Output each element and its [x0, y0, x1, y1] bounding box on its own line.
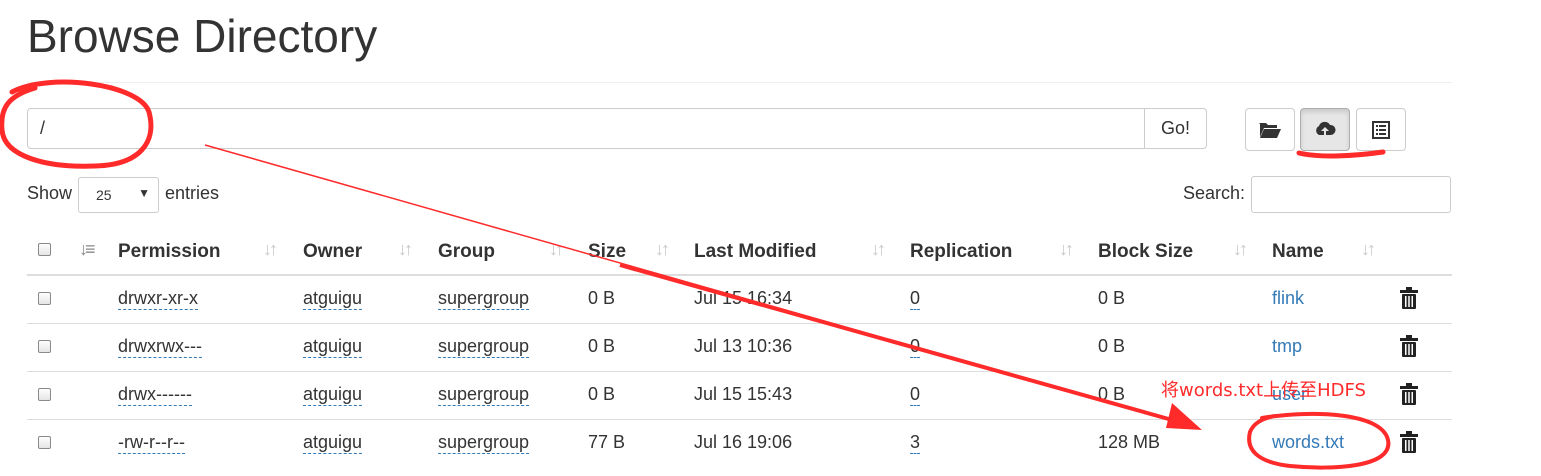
row-block-size: 128 MB [1098, 432, 1161, 452]
replication-value[interactable]: 0 [910, 384, 921, 406]
row-block-size: 0 B [1098, 384, 1126, 404]
header-divider [27, 274, 1452, 276]
row-size: 77 B [588, 432, 626, 452]
group-value[interactable]: supergroup [438, 384, 530, 406]
sort-permission-icon[interactable]: ↓↑ [263, 239, 278, 260]
row-size: 0 B [588, 288, 616, 308]
row-owner[interactable]: atguigu [303, 336, 363, 358]
page-title: Browse Directory [27, 10, 378, 62]
search-label: Search: [1183, 183, 1246, 203]
row-group[interactable]: supergroup [438, 384, 530, 406]
row-permission[interactable]: drwxr-xr-x [118, 288, 198, 310]
group-value[interactable]: supergroup [438, 432, 530, 454]
folder-open-icon [1259, 122, 1281, 138]
sort-modified-icon[interactable]: ↓↑ [871, 239, 886, 260]
permission-value[interactable]: drwx------ [118, 384, 192, 406]
row-modified: Jul 15 15:43 [694, 384, 793, 404]
row-group[interactable]: supergroup [438, 432, 530, 454]
trash-icon[interactable] [1400, 431, 1418, 453]
sort-name-icon[interactable]: ↓↑ [1361, 239, 1376, 260]
sort-blocksize-icon[interactable]: ↓↑ [1233, 239, 1248, 260]
trash-icon[interactable] [1400, 335, 1418, 357]
sort-replication-icon[interactable]: ↓↑ [1059, 239, 1074, 260]
row-replication[interactable]: 3 [910, 432, 921, 454]
row-owner[interactable]: atguigu [303, 288, 363, 310]
row-group[interactable]: supergroup [438, 288, 530, 310]
create-directory-button[interactable] [1245, 108, 1295, 151]
annotation-arrow-line [204, 144, 1191, 426]
sort-size-icon[interactable]: ↓↑ [655, 239, 670, 260]
cut-paste-button[interactable] [1356, 108, 1406, 151]
column-replication[interactable]: Replication [910, 241, 1012, 263]
entries-select[interactable]: 25 ▼ [78, 177, 159, 213]
permission-value[interactable]: -rw-r--r-- [118, 432, 185, 454]
owner-value[interactable]: atguigu [303, 384, 363, 406]
row-name-link[interactable]: flink [1272, 288, 1304, 309]
row-divider [27, 323, 1452, 324]
list-icon [1372, 120, 1390, 139]
row-block-size: 0 B [1098, 288, 1126, 308]
row-permission[interactable]: drwxrwx--- [118, 336, 202, 358]
permission-value[interactable]: drwxr-xr-x [118, 288, 198, 310]
entries-label: entries [165, 183, 220, 203]
row-group[interactable]: supergroup [438, 336, 530, 358]
row-modified: Jul 16 19:06 [694, 432, 793, 452]
column-last-modified[interactable]: Last Modified [694, 241, 816, 263]
row-size: 0 B [588, 384, 616, 404]
row-modified: Jul 13 10:36 [694, 336, 793, 356]
group-value[interactable]: supergroup [438, 288, 530, 310]
sort-icon[interactable]: ↓≡ [79, 239, 95, 260]
annotation-note: 将words.txt上传至HDFS [1161, 380, 1366, 401]
row-divider [27, 419, 1452, 420]
row-name-link[interactable]: words.txt [1272, 432, 1344, 453]
row-owner[interactable]: atguigu [303, 432, 363, 454]
row-size: 0 B [588, 336, 616, 356]
row-owner[interactable]: atguigu [303, 384, 363, 406]
go-button[interactable]: Go! [1145, 108, 1207, 149]
show-label: Show [27, 183, 73, 203]
entries-value: 25 [96, 187, 112, 203]
row-replication[interactable]: 0 [910, 288, 921, 310]
row-modified: Jul 15 16:34 [694, 288, 793, 308]
cloud-upload-icon [1316, 121, 1336, 137]
path-input[interactable] [27, 108, 1145, 149]
row-permission[interactable]: drwx------ [118, 384, 192, 406]
replication-value[interactable]: 0 [910, 288, 921, 310]
row-replication[interactable]: 0 [910, 336, 921, 358]
column-block-size[interactable]: Block Size [1098, 241, 1193, 263]
row-checkbox[interactable] [38, 388, 51, 401]
trash-icon[interactable] [1400, 287, 1418, 309]
owner-value[interactable]: atguigu [303, 432, 363, 454]
divider [27, 82, 1452, 83]
owner-value[interactable]: atguigu [303, 288, 363, 310]
upload-files-button[interactable] [1300, 108, 1350, 151]
sort-owner-icon[interactable]: ↓↑ [398, 239, 413, 260]
column-size[interactable]: Size [588, 241, 626, 263]
owner-value[interactable]: atguigu [303, 336, 363, 358]
annotation-arrow-head [1166, 403, 1202, 430]
column-group[interactable]: Group [438, 241, 495, 263]
row-checkbox[interactable] [38, 436, 51, 449]
annotation-underline-upload [1296, 149, 1386, 159]
row-name-link[interactable]: tmp [1272, 336, 1302, 357]
replication-value[interactable]: 0 [910, 336, 921, 358]
column-permission[interactable]: Permission [118, 241, 220, 263]
caret-down-icon: ▼ [138, 186, 150, 200]
permission-value[interactable]: drwxrwx--- [118, 336, 202, 358]
row-divider [27, 371, 1452, 372]
row-block-size: 0 B [1098, 336, 1126, 356]
sort-group-icon[interactable]: ↓↑ [549, 239, 564, 260]
select-all-checkbox[interactable] [38, 243, 51, 256]
column-owner[interactable]: Owner [303, 241, 362, 263]
row-replication[interactable]: 0 [910, 384, 921, 406]
group-value[interactable]: supergroup [438, 336, 530, 358]
replication-value[interactable]: 3 [910, 432, 921, 454]
row-checkbox[interactable] [38, 292, 51, 305]
column-name[interactable]: Name [1272, 241, 1324, 263]
row-checkbox[interactable] [38, 340, 51, 353]
trash-icon[interactable] [1400, 383, 1418, 405]
search-input[interactable] [1251, 176, 1451, 213]
row-permission[interactable]: -rw-r--r-- [118, 432, 185, 454]
